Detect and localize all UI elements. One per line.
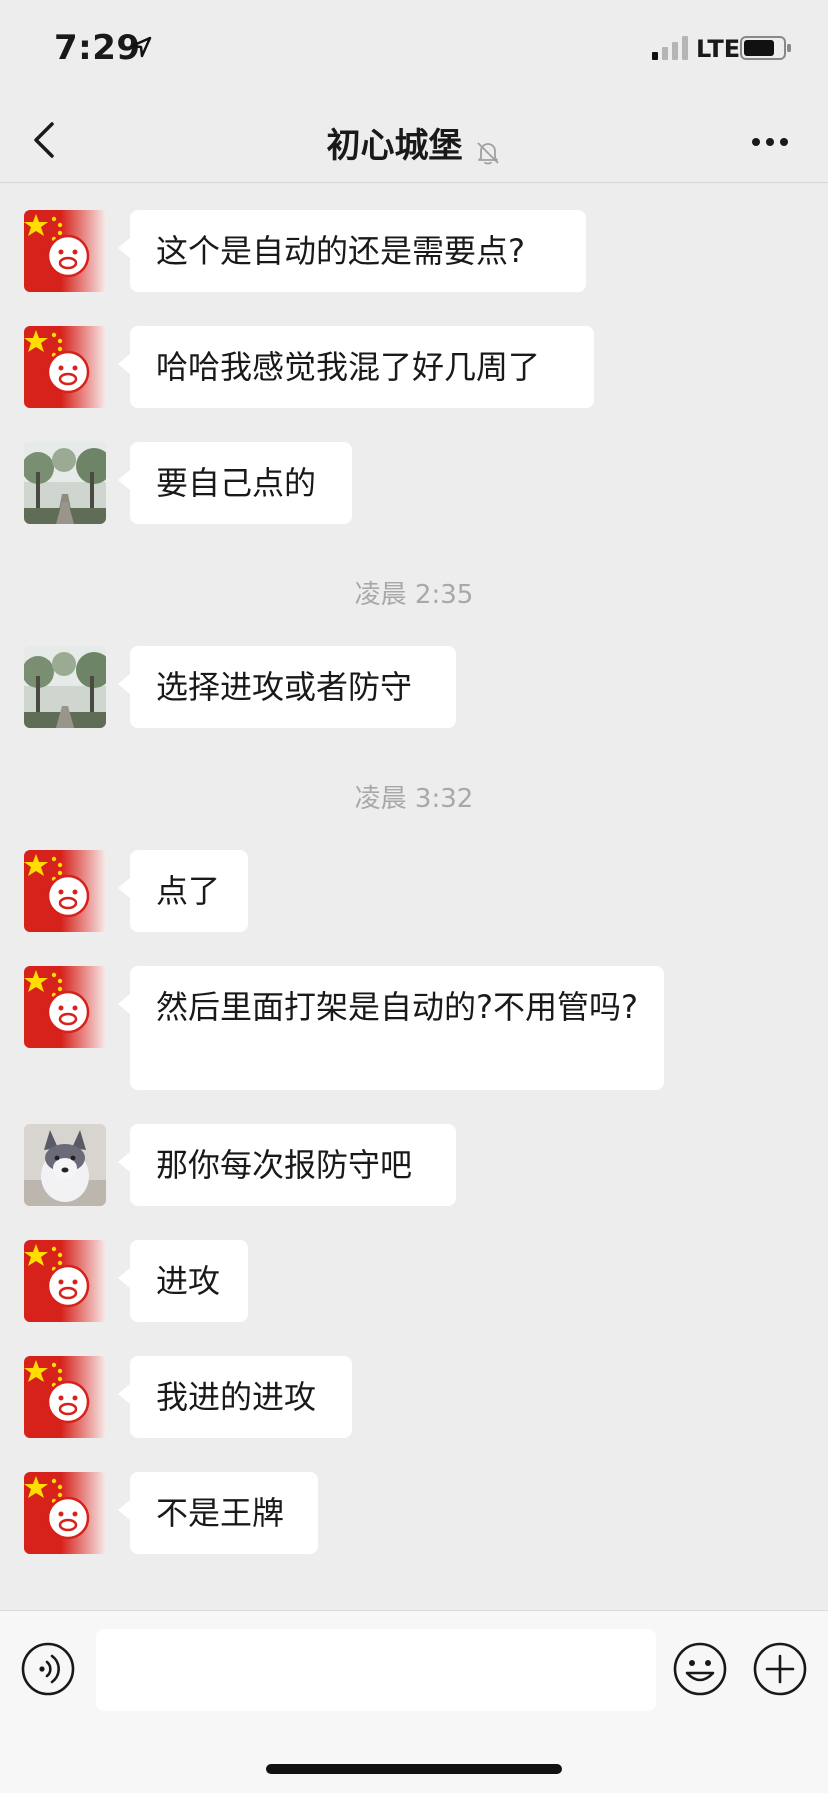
flag-avatar[interactable] <box>24 966 106 1048</box>
flag-avatar[interactable] <box>24 210 106 292</box>
chat-timestamp: 凌晨 2:35 <box>354 580 474 610</box>
chat-title[interactable]: 初心城堡 <box>326 126 462 166</box>
message-text: 然后里面打架是自动的?不用管吗? <box>156 988 638 1026</box>
message-bubble[interactable]: 哈哈我感觉我混了好几周了 <box>118 326 594 408</box>
network-label: LTE <box>696 35 741 63</box>
chat-title-wrap: 初心城堡 <box>0 118 828 167</box>
message-bubble[interactable]: 要自己点的 <box>118 442 352 524</box>
trees-avatar[interactable] <box>24 442 106 524</box>
flag-avatar[interactable] <box>24 1356 106 1438</box>
message-text: 选择进攻或者防守 <box>156 668 413 706</box>
message-bubble[interactable]: 这个是自动的还是需要点? <box>118 210 586 292</box>
flag-avatar[interactable] <box>24 1472 106 1554</box>
chat-timestamp: 凌晨 3:32 <box>354 784 474 814</box>
message-bubble[interactable]: 那你每次报防守吧 <box>118 1124 456 1206</box>
flag-avatar[interactable] <box>24 850 106 932</box>
message-text: 哈哈我感觉我混了好几周了 <box>156 348 541 386</box>
home-indicator[interactable] <box>266 1764 562 1774</box>
voice-icon[interactable] <box>20 1641 76 1697</box>
status-time: 7:29 <box>54 28 141 68</box>
chat-header: 初心城堡 <box>0 100 828 183</box>
message-text: 进攻 <box>156 1262 221 1300</box>
message-text: 我进的进攻 <box>156 1378 317 1416</box>
message-bubble[interactable]: 然后里面打架是自动的?不用管吗? <box>118 966 664 1090</box>
message-input[interactable] <box>96 1629 656 1711</box>
message-bubble[interactable]: 不是王牌 <box>118 1472 318 1554</box>
message-bubble[interactable]: 我进的进攻 <box>118 1356 352 1438</box>
message-bubble[interactable]: 进攻 <box>118 1240 248 1322</box>
message-text: 点了 <box>156 872 221 910</box>
message-text: 那你每次报防守吧 <box>156 1146 413 1184</box>
flag-avatar[interactable] <box>24 326 106 408</box>
bell-slash-icon <box>476 141 499 164</box>
flag-avatar[interactable] <box>24 1240 106 1322</box>
message-bubble[interactable]: 点了 <box>118 850 248 932</box>
more-dots-icon[interactable] <box>750 136 790 148</box>
status-bar: 7:29 LTE <box>0 0 828 100</box>
message-text: 不是王牌 <box>156 1494 285 1532</box>
signal-icon <box>652 36 688 60</box>
dog-avatar[interactable] <box>24 1124 106 1206</box>
message-bubble[interactable]: 选择进攻或者防守 <box>118 646 456 728</box>
plus-icon[interactable] <box>752 1641 808 1697</box>
message-text: 这个是自动的还是需要点? <box>156 232 525 270</box>
trees-avatar[interactable] <box>24 646 106 728</box>
battery-icon <box>740 36 791 60</box>
message-text: 要自己点的 <box>156 464 317 502</box>
emoji-icon[interactable] <box>672 1641 728 1697</box>
location-arrow-icon <box>130 36 152 58</box>
